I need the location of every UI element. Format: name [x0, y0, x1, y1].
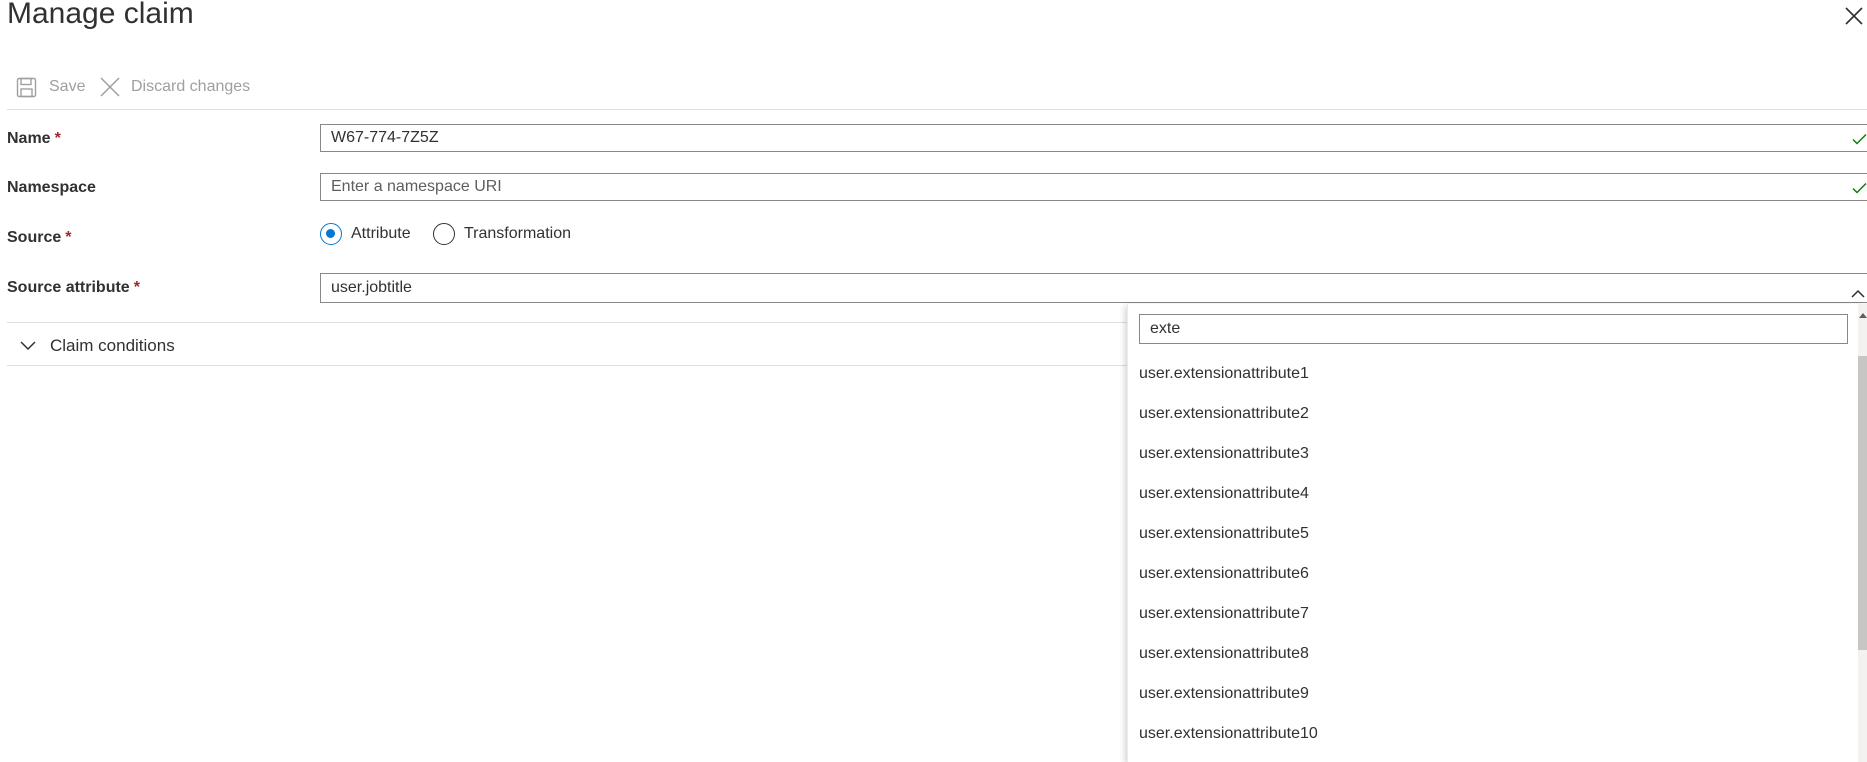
section-divider: [7, 365, 1127, 366]
save-button[interactable]: Save: [16, 72, 85, 102]
list-item[interactable]: user.extensionattribute2: [1128, 394, 1858, 434]
source-option-attribute[interactable]: Attribute: [320, 221, 411, 247]
required-marker: *: [54, 130, 61, 147]
chevron-down-icon: [20, 336, 50, 356]
scrollbar-thumb[interactable]: [1858, 356, 1867, 650]
save-label: Save: [49, 78, 86, 95]
required-marker: *: [133, 279, 140, 296]
list-item[interactable]: user.extensionattribute7: [1128, 594, 1858, 634]
command-bar: Save Discard changes: [0, 72, 1867, 106]
list-item[interactable]: user.extensionattribute5: [1128, 514, 1858, 554]
toolbar-divider: [7, 109, 1867, 110]
list-item[interactable]: user.extensionattribute8: [1128, 634, 1858, 674]
list-item[interactable]: user.extensionattribute10: [1128, 714, 1858, 754]
list-item[interactable]: user.extensionattribute6: [1128, 554, 1858, 594]
discard-changes-button[interactable]: Discard changes: [99, 72, 250, 102]
checkmark-icon: [1851, 131, 1867, 147]
name-label: Name *: [7, 129, 61, 149]
list-item[interactable]: user.extensionattribute4: [1128, 474, 1858, 514]
manage-claim-panel: Manage claim Save Discard changes Name *…: [0, 0, 1867, 762]
claim-conditions-toggle[interactable]: Claim conditions: [20, 333, 175, 359]
source-attribute-dropdown[interactable]: user.jobtitle: [320, 273, 1867, 303]
source-option-transformation[interactable]: Transformation: [433, 221, 571, 247]
scrollbar[interactable]: [1858, 304, 1867, 762]
save-icon: [16, 77, 37, 98]
chevron-up-icon: [1851, 282, 1865, 298]
radio-unchecked-icon: [433, 223, 455, 245]
namespace-label-text: Namespace: [7, 179, 96, 196]
selected-value: user.jobtitle: [331, 279, 412, 296]
name-input[interactable]: [320, 124, 1867, 152]
namespace-input[interactable]: [320, 173, 1867, 201]
source-label-text: Source: [7, 229, 62, 246]
source-attribute-label: Source attribute *: [7, 278, 140, 298]
options-list: user.extensionattribute1 user.extensiona…: [1128, 354, 1858, 754]
options-search-input[interactable]: [1139, 314, 1848, 344]
source-attribute-options-popup: user.extensionattribute1 user.extensiona…: [1127, 304, 1867, 762]
list-item[interactable]: user.extensionattribute9: [1128, 674, 1858, 714]
close-button[interactable]: [1841, 3, 1867, 29]
section-divider: [7, 322, 1127, 323]
discard-icon: [99, 76, 121, 98]
radio-checked-icon: [320, 223, 342, 245]
claim-conditions-label: Claim conditions: [50, 336, 175, 355]
list-item[interactable]: user.extensionattribute3: [1128, 434, 1858, 474]
scroll-up-arrow-icon[interactable]: [1859, 307, 1867, 318]
namespace-label: Namespace: [7, 178, 96, 198]
required-marker: *: [65, 229, 72, 246]
name-label-text: Name: [7, 130, 51, 147]
close-icon: [1841, 7, 1867, 33]
checkmark-icon: [1851, 180, 1867, 196]
radio-label: Attribute: [351, 225, 411, 242]
source-label: Source *: [7, 228, 71, 248]
radio-label: Transformation: [464, 225, 571, 242]
source-attribute-label-text: Source attribute: [7, 279, 130, 296]
discard-label: Discard changes: [131, 78, 251, 95]
page-title: Manage claim: [7, 0, 194, 30]
list-item[interactable]: user.extensionattribute1: [1128, 354, 1858, 394]
